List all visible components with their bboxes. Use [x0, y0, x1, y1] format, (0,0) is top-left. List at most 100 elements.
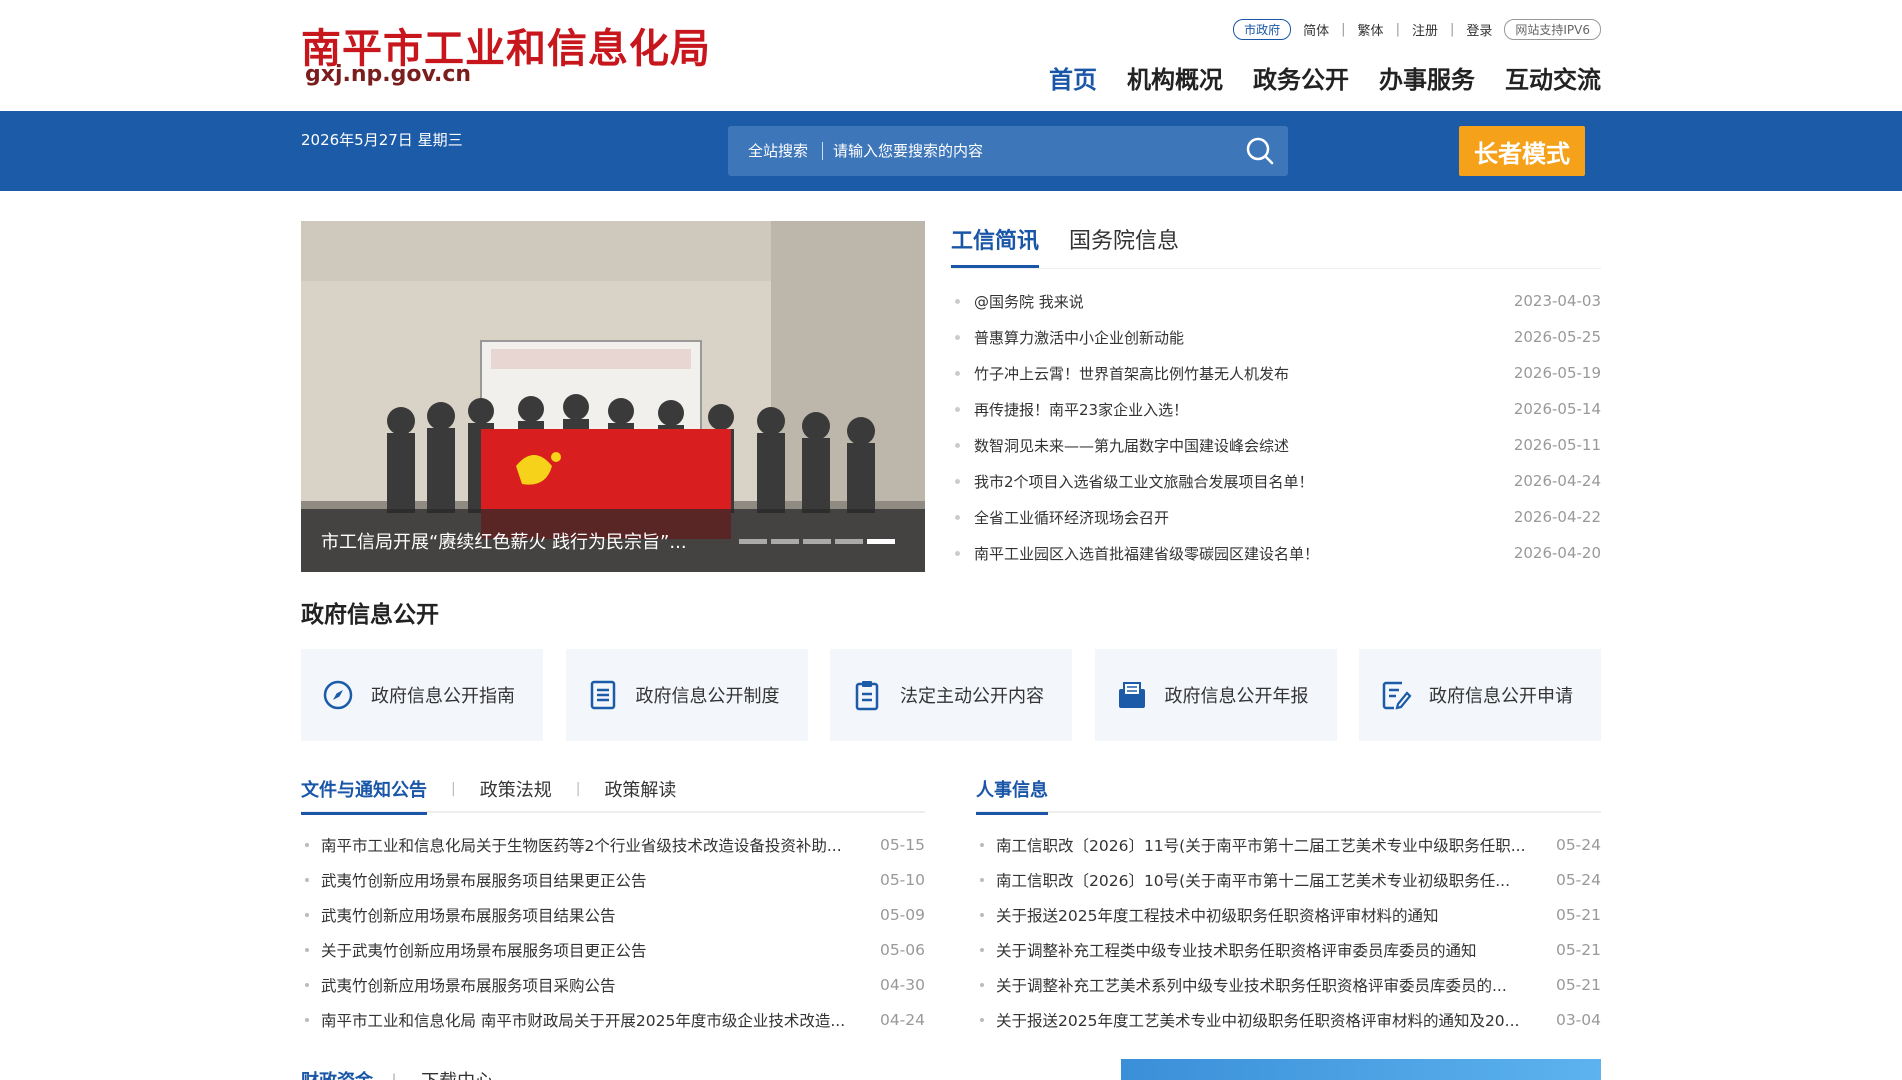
news-title[interactable]: 我市2个项目入选省级工业文旅融合发展项目名单！ — [974, 471, 1514, 492]
item-title[interactable]: 南平市工业和信息化局 南平市财政局关于开展2025年度市级企业技术改造... — [321, 1009, 880, 1031]
card-statutory[interactable]: 法定主动公开内容 — [830, 649, 1072, 741]
search-icon — [1246, 137, 1274, 165]
login-link[interactable]: 登录 — [1466, 20, 1492, 39]
card-label: 政府信息公开申请 — [1429, 686, 1573, 707]
card-system[interactable]: 政府信息公开制度 — [565, 649, 808, 741]
item-title[interactable]: 南平市工业和信息化局关于生物医药等2个行业省级技术改造设备投资补助... — [321, 834, 880, 856]
search-button[interactable] — [1232, 126, 1288, 176]
list-item[interactable]: 南平市工业和信息化局关于生物医药等2个行业省级技术改造设备投资补助... 05-1… — [301, 827, 925, 862]
news-title[interactable]: 竹子冲上云霄！世界首架高比例竹基无人机发布 — [974, 363, 1514, 384]
item-title[interactable]: 关于报送2025年度工艺美术专业中初级职务任职资格评审材料的通知及20... — [996, 1009, 1556, 1031]
news-slider[interactable]: 市工信局开展“赓续红色薪火 践行为民宗旨”... — [301, 221, 925, 572]
news-title[interactable]: @国务院 我来说 — [974, 291, 1514, 312]
news-item[interactable]: 竹子冲上云霄！世界首架高比例竹基无人机发布 2026-05-19 — [951, 355, 1601, 391]
slider-dot[interactable] — [771, 539, 799, 544]
tab-finance[interactable]: 财政资金 — [301, 1067, 373, 1080]
simplified-link[interactable]: 简体 — [1303, 20, 1329, 39]
news-item[interactable]: 我市2个项目入选省级工业文旅融合发展项目名单！ 2026-04-24 — [951, 463, 1601, 499]
news-item[interactable]: 再传捷报！南平23家企业入选！ 2026-05-14 — [951, 391, 1601, 427]
nav-gov-affairs[interactable]: 政务公开 — [1253, 60, 1349, 95]
traditional-link[interactable]: 繁体 — [1358, 20, 1384, 39]
list-item[interactable]: 武夷竹创新应用场景布展服务项目结果公告 05-09 — [301, 897, 925, 932]
tab-industry-news[interactable]: 工信简讯 — [951, 221, 1040, 268]
slider-dot[interactable] — [835, 539, 863, 544]
slider-dot[interactable] — [803, 539, 831, 544]
tab-interpretation[interactable]: 政策解读 — [604, 776, 676, 802]
list-item[interactable]: 武夷竹创新应用场景布展服务项目结果更正公告 05-10 — [301, 862, 925, 897]
item-date: 05-09 — [879, 905, 925, 924]
list-item[interactable]: 南工信职改〔2026〕10号(关于南平市第十二届工艺美术专业初级职务任... 05… — [976, 862, 1601, 897]
card-label: 政府信息公开年报 — [1164, 686, 1309, 707]
section-title-gov-open: 政府信息公开 — [301, 602, 439, 628]
item-title[interactable]: 武夷竹创新应用场景布展服务项目结果更正公告 — [321, 869, 880, 891]
news-title[interactable]: 数智洞见未来——第九届数字中国建设峰会综述 — [974, 435, 1514, 456]
top-links: 市政府 简体 | 繁体 | 注册 | 登录 网站支持IPV6 — [1233, 19, 1601, 40]
list-item[interactable]: 南工信职改〔2026〕11号(关于南平市第十二届工艺美术专业中级职务任职... 0… — [976, 827, 1601, 862]
news-item[interactable]: 普惠算力激活中小企业创新动能 2026-05-25 — [951, 319, 1601, 355]
news-item[interactable]: 全省工业循环经济现场会召开 2026-04-22 — [951, 499, 1601, 535]
item-title[interactable]: 关于调整补充工艺美术系列中级专业技术职务任职资格评审委员库委员的... — [996, 974, 1556, 996]
city-gov-link[interactable]: 市政府 — [1233, 19, 1292, 40]
nav-interaction[interactable]: 互动交流 — [1505, 60, 1601, 95]
card-annual-report[interactable]: 政府信息公开年报 — [1094, 649, 1337, 741]
slider-dots — [735, 539, 895, 544]
ipv6-badge: 网站支持IPV6 — [1504, 19, 1601, 40]
slider-caption-text[interactable]: 市工信局开展“赓续红色薪火 践行为民宗旨”... — [321, 528, 687, 554]
item-title[interactable]: 南工信职改〔2026〕10号(关于南平市第十二届工艺美术专业初级职务任... — [996, 869, 1556, 891]
card-label: 法定主动公开内容 — [900, 686, 1044, 707]
slider-dot[interactable] — [739, 539, 767, 544]
nav-about[interactable]: 机构概况 — [1127, 60, 1223, 95]
site-header: 南平市工业和信息化局 gxj.np.gov.cn 市政府 简体 | 繁体 | 注… — [0, 0, 1902, 111]
tab-state-council[interactable]: 国务院信息 — [1069, 221, 1179, 268]
item-date: 05-06 — [879, 940, 925, 959]
list-item[interactable]: 关于报送2025年度工程技术中初级职务任职资格评审材料的通知 05-21 — [976, 897, 1601, 932]
news-title[interactable]: 再传捷报！南平23家企业入选！ — [974, 399, 1514, 420]
elder-mode-button[interactable]: 长者模式 — [1459, 126, 1585, 176]
tab-regulations[interactable]: 政策法规 — [480, 776, 552, 802]
register-link[interactable]: 注册 — [1412, 20, 1438, 39]
personnel-tabs: 人事信息 — [976, 767, 1601, 815]
news-title[interactable]: 普惠算力激活中小企业创新动能 — [974, 327, 1514, 348]
card-guide[interactable]: 政府信息公开指南 — [301, 649, 543, 741]
item-date: 05-15 — [879, 835, 925, 854]
card-application[interactable]: 政府信息公开申请 — [1359, 649, 1601, 741]
nav-services[interactable]: 办事服务 — [1379, 60, 1475, 95]
item-title[interactable]: 关于调整补充工程类中级专业技术职务任职资格评审委员库委员的通知 — [996, 939, 1556, 961]
list-item[interactable]: 关于调整补充工程类中级专业技术职务任职资格评审委员库委员的通知 05-21 — [976, 932, 1601, 967]
news-title[interactable]: 南平工业园区入选首批福建省级零碳园区建设名单！ — [974, 543, 1514, 564]
slider-dot-active[interactable] — [867, 539, 895, 544]
clipboard-icon — [850, 678, 884, 712]
news-item[interactable]: 南平工业园区入选首批福建省级零碳园区建设名单！ 2026-04-20 — [951, 535, 1601, 571]
search-scope[interactable]: 全站搜索 — [728, 142, 824, 160]
list-item[interactable]: 南平市工业和信息化局 南平市财政局关于开展2025年度市级企业技术改造... 04… — [301, 1002, 925, 1037]
item-title[interactable]: 武夷竹创新应用场景布展服务项目结果公告 — [321, 904, 880, 926]
tab-notices[interactable]: 文件与通知公告 — [301, 776, 427, 815]
news-title[interactable]: 全省工业循环经济现场会召开 — [974, 507, 1514, 528]
compass-icon — [321, 678, 355, 712]
item-title[interactable]: 武夷竹创新应用场景布展服务项目采购公告 — [321, 974, 880, 996]
list-item[interactable]: 关于武夷竹创新应用场景布展服务项目更正公告 05-06 — [301, 932, 925, 967]
news-date: 2026-04-24 — [1513, 472, 1601, 490]
list-item[interactable]: 关于报送2025年度工艺美术专业中初级职务任职资格评审材料的通知及20... 03… — [976, 1002, 1601, 1037]
document-list-icon — [586, 678, 620, 712]
tab-personnel[interactable]: 人事信息 — [976, 776, 1048, 815]
list-item[interactable]: 武夷竹创新应用场景布展服务项目采购公告 04-30 — [301, 967, 925, 1002]
news-item[interactable]: 数智洞见未来——第九届数字中国建设峰会综述 2026-05-11 — [951, 427, 1601, 463]
item-date: 05-24 — [1555, 870, 1601, 889]
promo-banner[interactable] — [1121, 1059, 1601, 1080]
documents-tabs: 文件与通知公告 | 政策法规 | 政策解读 — [301, 767, 925, 815]
divider: | — [575, 781, 581, 797]
search-input[interactable] — [823, 142, 1232, 160]
personnel-panel: 人事信息 南工信职改〔2026〕11号(关于南平市第十二届工艺美术专业中级职务任… — [946, 767, 1601, 1037]
documents-list: 南平市工业和信息化局关于生物医药等2个行业省级技术改造设备投资补助... 05-1… — [301, 827, 925, 1037]
item-title[interactable]: 关于武夷竹创新应用场景布展服务项目更正公告 — [321, 939, 880, 961]
divider: | — [451, 781, 456, 797]
news-date: 2026-05-14 — [1513, 400, 1601, 418]
item-title[interactable]: 关于报送2025年度工程技术中初级职务任职资格评审材料的通知 — [996, 904, 1556, 926]
item-date: 05-24 — [1555, 835, 1601, 854]
item-title[interactable]: 南工信职改〔2026〕11号(关于南平市第十二届工艺美术专业中级职务任职... — [996, 834, 1556, 856]
news-item[interactable]: @国务院 我来说 2023-04-03 — [951, 283, 1601, 319]
nav-home[interactable]: 首页 — [1049, 60, 1097, 95]
tab-downloads[interactable]: 下载中心 — [421, 1071, 493, 1080]
list-item[interactable]: 关于调整补充工艺美术系列中级专业技术职务任职资格评审委员库委员的... 05-21 — [976, 967, 1601, 1002]
